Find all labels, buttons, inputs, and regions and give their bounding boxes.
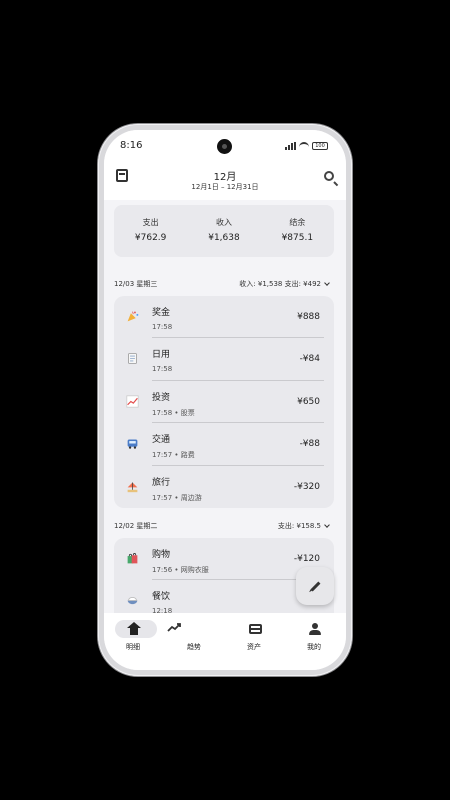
day-totals: 支出: ¥158.5: [278, 521, 330, 531]
transaction-amount: ¥650: [297, 396, 320, 407]
chevron-down-icon: [324, 280, 330, 286]
transaction-meta: 17:58: [152, 365, 173, 374]
transaction-title: 奖金: [152, 308, 171, 318]
assets-icon: [248, 623, 262, 635]
nav-label: 我的: [307, 643, 321, 651]
notepad-icon: [128, 353, 137, 365]
shopping-bags-icon: [127, 553, 138, 564]
bottom-navigation: 明细 趋势 资产 我的: [104, 613, 346, 670]
profile-icon: [308, 623, 322, 635]
rice-bowl-icon: [127, 597, 138, 605]
signal-icon: [285, 141, 296, 150]
expense-value: ¥762.9: [134, 233, 167, 243]
nav-tab-trends[interactable]: 趋势: [167, 621, 221, 657]
app-screen: 8:16 100 12月 12月1日 – 12月31日 支出 ¥762.9 收入…: [104, 130, 346, 670]
chevron-down-icon: [324, 522, 330, 528]
nav-tab-profile[interactable]: 我的: [287, 621, 341, 657]
transaction-row-transport[interactable]: 交通 17:57 • 路费 -¥88: [114, 423, 334, 466]
transaction-amount: -¥120: [293, 554, 320, 564]
pencil-icon: [310, 581, 321, 592]
home-icon: [127, 622, 141, 635]
front-camera-icon: [217, 139, 232, 154]
battery-icon: 100: [312, 141, 328, 150]
balance-summary: 结余 ¥875.1: [261, 205, 334, 257]
date-range: 12月1日 – 12月31日: [191, 183, 259, 191]
nav-tab-details[interactable]: 明细: [106, 620, 160, 657]
transaction-title: 日用: [152, 350, 171, 361]
top-app-bar: 12月 12月1日 – 12月31日: [104, 158, 346, 200]
day-header-1202[interactable]: 12/02 星期二 支出: ¥158.5: [114, 518, 334, 532]
transaction-amount: -¥320: [293, 481, 320, 492]
add-transaction-button[interactable]: [296, 567, 334, 605]
transaction-meta: 17:58: [152, 323, 173, 331]
transaction-title: 交通: [152, 435, 171, 446]
balance-value: ¥875.1: [281, 233, 314, 243]
wifi-icon: [299, 141, 309, 150]
status-indicators: 100: [285, 141, 328, 150]
day-header-1203[interactable]: 12/03 星期三 收入: ¥1,538 支出: ¥492: [114, 276, 334, 290]
income-summary: 收入 ¥1,638: [187, 205, 260, 257]
nav-label: 趋势: [187, 643, 201, 651]
transaction-meta: 17:57 • 路费: [152, 451, 195, 460]
transaction-row-daily[interactable]: 日用 17:58 -¥84: [114, 338, 334, 382]
transaction-meta: 17:58 • 股票: [152, 408, 195, 417]
transaction-title: 旅行: [152, 477, 171, 488]
income-label: 收入: [215, 218, 232, 227]
transaction-title: 餐饮: [152, 592, 171, 603]
beach-icon: [127, 482, 138, 492]
search-icon[interactable]: [324, 171, 334, 181]
transaction-meta: 17:57 • 周边游: [152, 493, 202, 502]
chart-up-icon: [126, 395, 139, 408]
transaction-title: 投资: [152, 392, 171, 403]
nav-tab-assets[interactable]: 资产: [227, 621, 281, 657]
transaction-title: 购物: [152, 550, 171, 560]
income-value: ¥1,638: [208, 233, 240, 243]
transaction-meta: 17:56 • 网购衣服: [152, 566, 209, 574]
day-totals: 收入: ¥1,538 支出: ¥492: [239, 279, 330, 289]
day-date: 12/03 星期三: [114, 280, 158, 288]
status-time: 8:16: [120, 140, 143, 151]
trend-icon: [167, 623, 181, 632]
bus-icon: [127, 439, 138, 449]
transaction-row-bonus[interactable]: 奖金 17:58 ¥888: [114, 296, 334, 339]
expense-label: 支出: [142, 218, 159, 227]
transaction-amount: -¥88: [299, 439, 320, 450]
month-title[interactable]: 12月: [104, 168, 346, 183]
transaction-card-1203: 奖金 17:58 ¥888 日用 17:58 -¥84 投资 17:58 • 股…: [114, 296, 334, 508]
transaction-amount: ¥888: [297, 312, 320, 322]
transaction-row-investment[interactable]: 投资 17:58 • 股票 ¥650: [114, 381, 334, 424]
balance-label: 结余: [289, 218, 306, 227]
nav-label: 资产: [247, 643, 261, 651]
monthly-summary-card: 支出 ¥762.9 收入 ¥1,638 结余 ¥875.1: [114, 205, 334, 257]
transaction-row-travel[interactable]: 旅行 17:57 • 周边游 -¥320: [114, 466, 334, 508]
party-popper-icon: [127, 311, 139, 322]
nav-label: 明细: [126, 643, 140, 651]
status-bar: 8:16 100: [104, 130, 346, 158]
expense-summary: 支出 ¥762.9: [114, 205, 187, 257]
transaction-amount: -¥84: [299, 354, 320, 365]
day-date: 12/02 星期二: [114, 522, 158, 530]
